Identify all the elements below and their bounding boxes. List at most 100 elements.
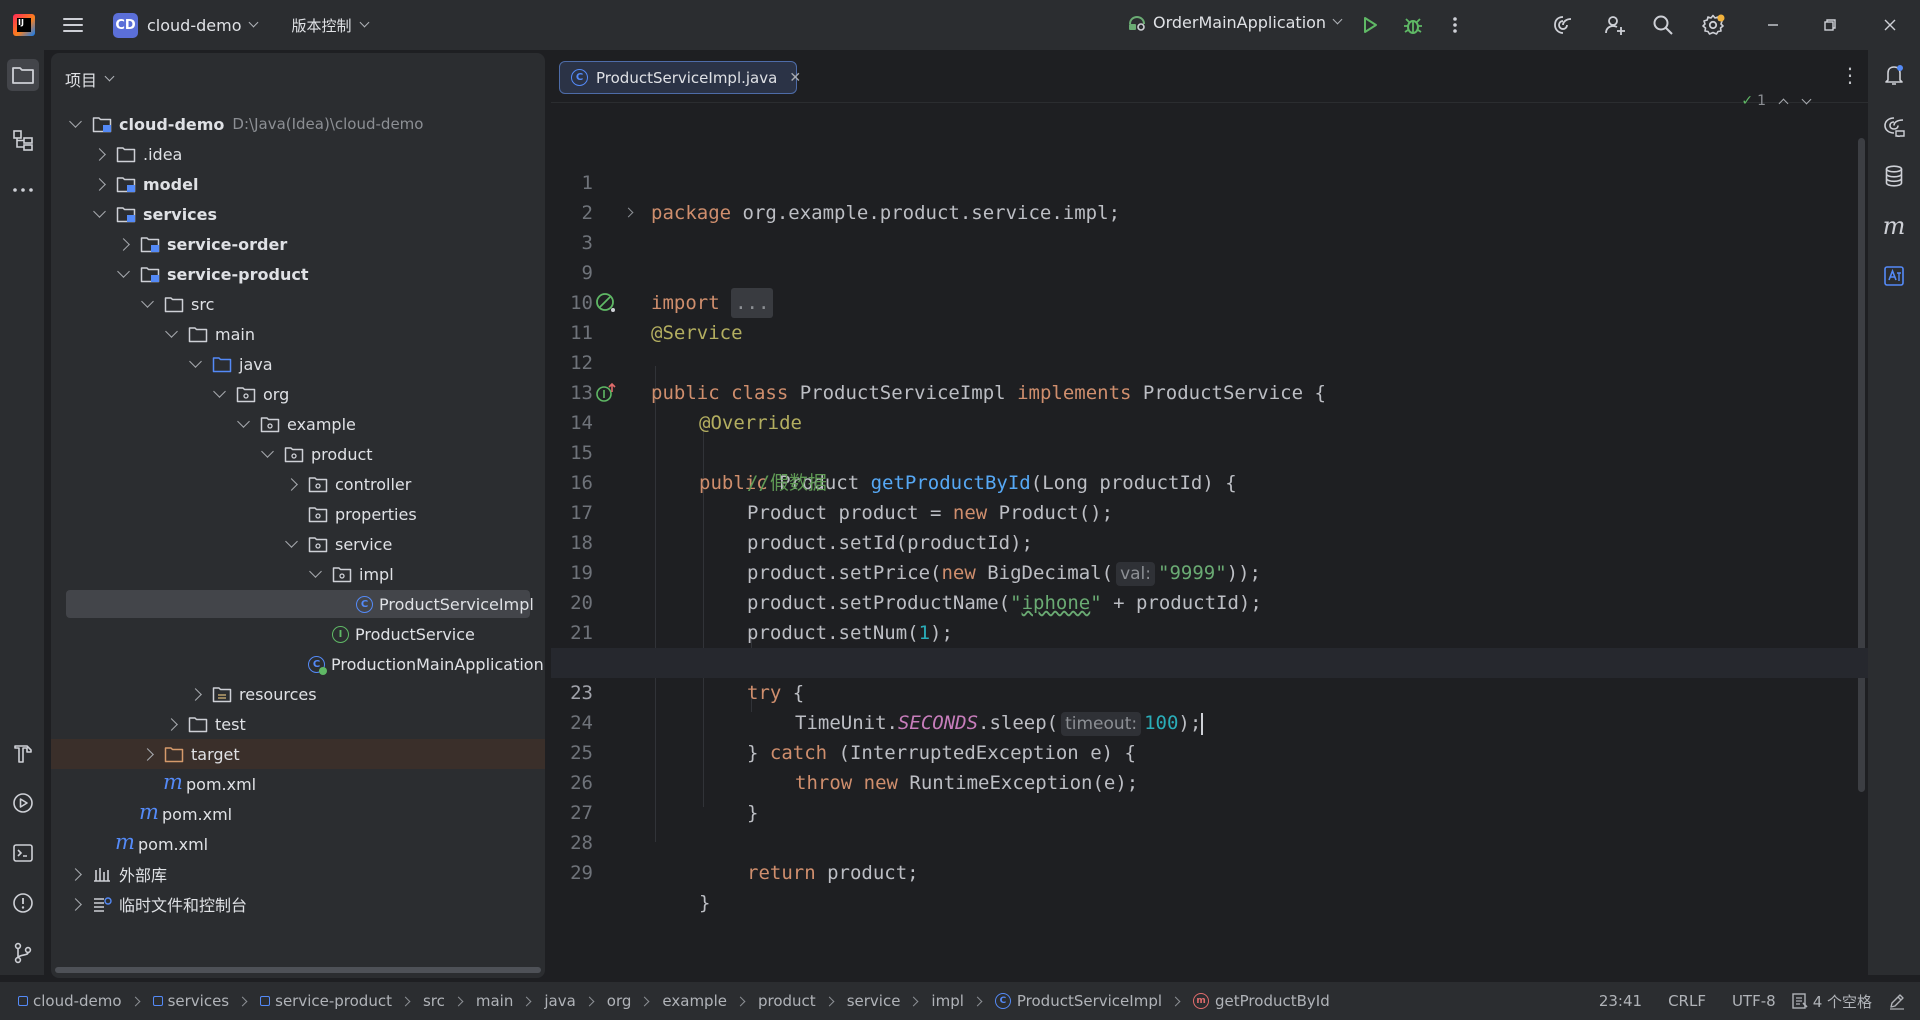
project-switcher[interactable]: cloud-demo	[147, 16, 241, 35]
expand-arrow-icon[interactable]	[93, 177, 106, 191]
expand-arrow-icon[interactable]	[285, 477, 298, 491]
expand-arrow-icon[interactable]	[117, 237, 130, 251]
line-separator[interactable]: CRLF	[1668, 992, 1706, 1010]
tree-item-resources[interactable]: resources	[51, 679, 545, 709]
tree-item-properties[interactable]: properties	[51, 499, 545, 529]
tree-item-services[interactable]: services	[51, 199, 545, 229]
tree-item-external-libraries[interactable]: 外部库	[51, 859, 545, 889]
readonly-toggle-icon[interactable]	[1888, 992, 1906, 1010]
tree-item-idea[interactable]: .idea	[51, 139, 545, 169]
structure-icon[interactable]	[10, 127, 36, 153]
implements-method-gutter-icon[interactable]	[595, 382, 617, 404]
breadcrumb-item[interactable]: cloud-demo	[33, 992, 122, 1010]
expand-arrow-icon[interactable]	[165, 324, 178, 338]
problems-icon[interactable]	[10, 890, 36, 916]
tree-item-pom-services[interactable]: m pom.xml	[51, 799, 545, 829]
git-branch-icon[interactable]	[10, 940, 36, 966]
tree-item-service-product[interactable]: service-product	[51, 259, 545, 289]
expand-arrow-icon[interactable]	[261, 444, 274, 458]
fold-expand-icon[interactable]	[623, 207, 634, 218]
breadcrumb-item[interactable]: service	[847, 992, 901, 1010]
build-hammer-icon[interactable]	[10, 740, 36, 766]
expand-arrow-icon[interactable]	[213, 384, 226, 398]
tree-item-org[interactable]: org	[51, 379, 545, 409]
tree-item-example[interactable]: example	[51, 409, 545, 439]
main-menu-icon[interactable]	[63, 17, 85, 33]
expand-arrow-icon[interactable]	[69, 114, 82, 128]
breadcrumb-item[interactable]: product	[758, 992, 816, 1010]
tree-item-productservice[interactable]: I ProductService	[51, 619, 545, 649]
restore-window-icon[interactable]	[1819, 14, 1841, 36]
tree-item-pom-service-product[interactable]: m pom.xml	[51, 769, 545, 799]
tree-item-pom-root[interactable]: m pom.xml	[51, 829, 545, 859]
file-encoding[interactable]: UTF-8	[1732, 992, 1776, 1010]
expand-arrow-icon[interactable]	[141, 294, 154, 308]
breadcrumb-item[interactable]: impl	[931, 992, 963, 1010]
expand-arrow-icon[interactable]	[285, 534, 298, 548]
breadcrumb-item[interactable]: getProductById	[1215, 992, 1330, 1010]
notifications-bell-icon[interactable]	[1881, 62, 1907, 88]
expand-arrow-icon[interactable]	[141, 747, 154, 761]
intellij-logo-icon[interactable]	[13, 14, 35, 36]
expand-arrow-icon[interactable]	[93, 147, 106, 161]
indent-setting[interactable]: 4 个空格	[1813, 991, 1872, 1012]
horizontal-scrollbar[interactable]	[55, 967, 541, 973]
project-tool-folder-icon[interactable]	[7, 59, 39, 91]
add-user-icon[interactable]	[1603, 13, 1627, 37]
breadcrumb-item[interactable]: src	[423, 992, 445, 1010]
tree-item-product[interactable]: product	[51, 439, 545, 469]
breadcrumb-item[interactable]: example	[662, 992, 727, 1010]
translation-icon[interactable]	[1881, 263, 1907, 289]
tree-item-main[interactable]: main	[51, 319, 545, 349]
breadcrumb-item[interactable]: service-product	[275, 992, 392, 1010]
more-tools-icon[interactable]	[10, 177, 36, 203]
tree-item-test[interactable]: test	[51, 709, 545, 739]
tree-item-model[interactable]: model	[51, 169, 545, 199]
tree-item-java[interactable]: java	[51, 349, 545, 379]
tab-productserviceimpl[interactable]: C ProductServiceImpl.java ✕	[559, 61, 801, 94]
expand-arrow-icon[interactable]	[189, 354, 202, 368]
expand-arrow-icon[interactable]	[309, 564, 322, 578]
expand-arrow-icon[interactable]	[189, 687, 202, 701]
spring-bean-gutter-icon[interactable]	[595, 292, 617, 314]
prev-highlight-icon[interactable]	[1778, 98, 1789, 108]
tab-options-icon[interactable]: ⋮	[1840, 65, 1860, 85]
services-run-icon[interactable]	[10, 790, 36, 816]
tree-item-impl[interactable]: impl	[51, 559, 545, 589]
breadcrumb-item[interactable]: ProductServiceImpl	[1017, 992, 1162, 1010]
terminal-icon[interactable]	[10, 840, 36, 866]
breadcrumb-item[interactable]: org	[607, 992, 632, 1010]
close-tab-icon[interactable]: ✕	[789, 70, 801, 86]
tree-item-service[interactable]: service	[51, 529, 545, 559]
minimize-window-icon[interactable]	[1762, 14, 1784, 36]
ai-assistant-icon[interactable]	[1551, 13, 1575, 37]
project-view-selector[interactable]: 项目	[65, 67, 115, 91]
tree-item-productionmainapplication[interactable]: C ProductionMainApplication	[51, 649, 545, 679]
project-badge[interactable]: CD	[113, 12, 138, 38]
run-icon[interactable]	[1358, 13, 1382, 37]
maven-icon[interactable]: m	[1881, 212, 1907, 240]
inspection-widget[interactable]: ✓ 1	[1741, 93, 1812, 109]
expand-arrow-icon[interactable]	[165, 717, 178, 731]
tree-item-service-order[interactable]: service-order	[51, 229, 545, 259]
ai-chat-icon[interactable]	[1881, 113, 1907, 139]
tree-item-target[interactable]: target	[51, 739, 545, 769]
tree-item-src[interactable]: src	[51, 289, 545, 319]
database-icon[interactable]	[1881, 163, 1907, 189]
debug-icon[interactable]	[1401, 13, 1425, 37]
expand-arrow-icon[interactable]	[69, 867, 82, 881]
tree-item-scratches[interactable]: 临时文件和控制台	[51, 889, 545, 919]
run-config-selector[interactable]: OrderMainApplication	[1127, 13, 1343, 32]
more-actions-icon[interactable]	[1443, 13, 1467, 37]
next-highlight-icon[interactable]	[1801, 94, 1812, 104]
expand-arrow-icon[interactable]	[93, 204, 106, 218]
settings-gear-icon[interactable]	[1702, 13, 1726, 37]
breadcrumb-item[interactable]: services	[168, 992, 230, 1010]
expand-arrow-icon[interactable]	[69, 897, 82, 911]
expand-arrow-icon[interactable]	[237, 414, 250, 428]
tree-item-productserviceimpl[interactable]: C ProductServiceImpl	[51, 589, 545, 619]
close-window-icon[interactable]	[1879, 14, 1901, 36]
caret-position[interactable]: 23:41	[1599, 992, 1642, 1010]
breadcrumb-item[interactable]: main	[476, 992, 513, 1010]
vcs-menu[interactable]: 版本控制	[291, 15, 351, 36]
